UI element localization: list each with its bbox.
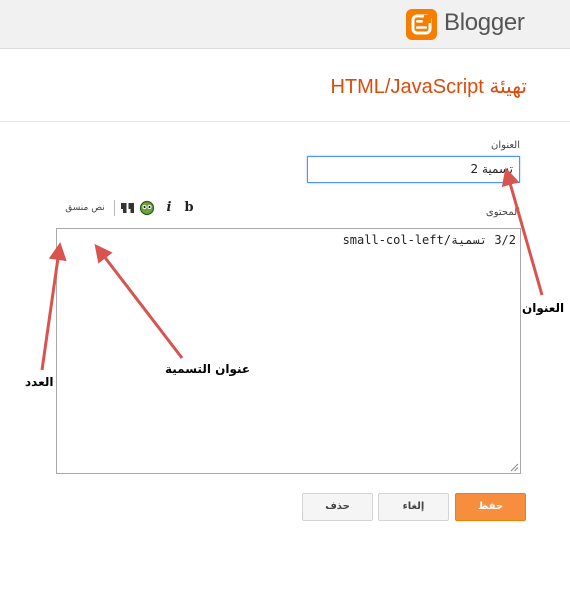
resize-grip-icon[interactable]	[510, 463, 519, 472]
content-textarea[interactable]: 3/2 تسمية/small-col-left	[56, 228, 521, 474]
toolbar-separator	[114, 200, 115, 216]
blogger-logo-icon	[406, 9, 437, 40]
header-divider	[0, 121, 570, 122]
label-name-arrow-label: عنوان التسمية	[165, 362, 251, 376]
content-text: 3/2 تسمية/small-col-left	[342, 233, 516, 247]
cancel-button[interactable]: إلغاء	[378, 493, 449, 521]
brand-name: Blogger	[444, 9, 525, 36]
count-arrow-label: العدد	[25, 375, 54, 389]
blockquote-icon[interactable]	[119, 198, 137, 218]
delete-button[interactable]: حذف	[302, 493, 373, 521]
title-field-label: العنوان	[491, 140, 520, 151]
bold-button[interactable]: b	[180, 198, 198, 218]
title-arrow-label: العنوان	[522, 301, 565, 315]
top-bar: Blogger	[0, 0, 570, 49]
save-button[interactable]: حفظ	[455, 493, 526, 521]
page-title: تهيئة HTML/JavaScript	[330, 76, 527, 98]
italic-button[interactable]: i	[160, 198, 178, 218]
image-link-icon[interactable]	[138, 198, 156, 218]
rich-text-link[interactable]: نص منسق	[59, 198, 111, 218]
title-input-value: تسمية 2	[470, 162, 514, 176]
title-input[interactable]: تسمية 2	[307, 156, 520, 183]
content-field-label: المحتوى	[485, 207, 520, 218]
